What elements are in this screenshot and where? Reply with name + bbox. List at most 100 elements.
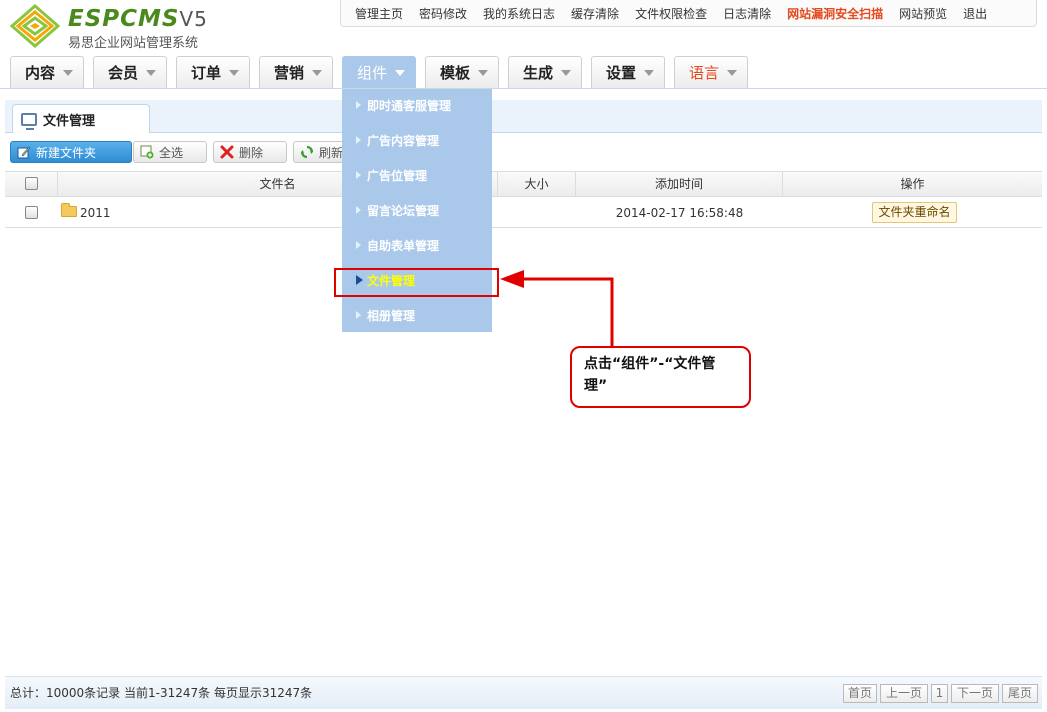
- nav-tab-content[interactable]: 内容: [10, 56, 84, 88]
- chevron-down-icon: [478, 70, 488, 76]
- header-select-cell: [5, 172, 58, 196]
- caret-right-icon: [356, 101, 361, 109]
- app-window: ESPCMSV5 易思企业网站管理系统 管理主页 密码修改 我的系统日志 缓存清…: [0, 0, 1047, 712]
- select-all-label: 全选: [159, 145, 184, 160]
- menu-item-ad-position[interactable]: 广告位管理: [342, 160, 492, 190]
- link-security-scan[interactable]: 网站漏洞安全扫描: [779, 5, 891, 22]
- nav-tab-generate[interactable]: 生成: [508, 56, 582, 88]
- row-filename: 2011: [80, 206, 111, 220]
- refresh-icon: [300, 145, 314, 159]
- chevron-down-icon: [229, 70, 239, 76]
- logo: ESPCMSV5 易思企业网站管理系统: [10, 4, 230, 51]
- link-my-system-log[interactable]: 我的系统日志: [475, 5, 563, 22]
- nav-tab-label: 内容: [25, 64, 56, 82]
- header-size: 大小: [498, 172, 576, 196]
- panel-header: 文件管理: [5, 100, 1042, 133]
- chevron-down-icon: [63, 70, 73, 76]
- header-action: 操作: [900, 177, 925, 191]
- panel-tab-file-management[interactable]: 文件管理: [12, 104, 150, 133]
- menu-item-label: 广告位管理: [367, 168, 428, 183]
- nav-tab-marketing[interactable]: 营销: [259, 56, 333, 88]
- nav-tab-label: 语言: [689, 64, 720, 82]
- caret-right-icon: [356, 206, 361, 214]
- nav-tab-label: 设置: [606, 64, 637, 82]
- chevron-down-icon: [644, 70, 654, 76]
- chevron-down-icon: [395, 70, 405, 76]
- caret-right-icon: [356, 311, 361, 319]
- table-row: 2011 2014-02-17 16:58:48 文件夹重命名: [5, 198, 1042, 228]
- pager-next[interactable]: 下一页: [951, 684, 999, 703]
- logo-subtitle: 易思企业网站管理系统: [68, 36, 199, 51]
- table-header: 文件名 大小 添加时间 操作: [5, 171, 1042, 197]
- logo-brand: ESPCMSV5: [68, 6, 208, 32]
- nav-tab-templates[interactable]: 模板: [425, 56, 499, 88]
- caret-right-icon: [356, 241, 361, 249]
- pager-page-1[interactable]: 1: [931, 684, 948, 703]
- top-utility-bar: 管理主页 密码修改 我的系统日志 缓存清除 文件权限检查 日志清除 网站漏洞安全…: [340, 0, 1037, 27]
- monitor-icon: [21, 112, 37, 130]
- new-folder-label: 新建文件夹: [36, 145, 97, 160]
- toolbar: 新建文件夹 全选 删除 刷新: [5, 137, 1042, 169]
- menu-item-custom-forms[interactable]: 自助表单管理: [342, 230, 492, 260]
- pager-first[interactable]: 首页: [843, 684, 877, 703]
- nav-tab-label: 会员: [108, 64, 139, 82]
- menu-item-ad-content[interactable]: 广告内容管理: [342, 125, 492, 155]
- pager-last[interactable]: 尾页: [1002, 684, 1038, 703]
- refresh-label: 刷新: [319, 145, 344, 160]
- nav-tab-language[interactable]: 语言: [674, 56, 748, 88]
- link-site-preview[interactable]: 网站预览: [891, 5, 955, 22]
- delete-label: 删除: [239, 145, 264, 160]
- menu-item-label: 相册管理: [367, 308, 416, 323]
- panel-tab-title: 文件管理: [43, 113, 96, 129]
- logo-icon: [10, 4, 60, 48]
- annotation-callout: 点击“组件”-“文件管理”: [570, 346, 751, 408]
- chevron-down-icon: [727, 70, 737, 76]
- chevron-down-icon: [561, 70, 571, 76]
- nav-tab-components[interactable]: 组件: [342, 56, 416, 88]
- annotation-highlight-box: [334, 268, 499, 297]
- nav-tab-label: 组件: [357, 64, 388, 82]
- nav-tab-label: 模板: [440, 64, 471, 82]
- menu-item-album[interactable]: 相册管理: [342, 300, 492, 330]
- record-stats: 总计：10000条记录 当前1-31247条 每页显示31247条: [10, 686, 313, 700]
- select-all-checkbox[interactable]: [25, 177, 38, 190]
- select-all-button[interactable]: 全选: [133, 141, 207, 163]
- nav-tab-label: 订单: [191, 64, 222, 82]
- new-folder-button[interactable]: 新建文件夹: [10, 141, 132, 163]
- caret-right-icon: [356, 136, 361, 144]
- close-icon: [220, 145, 234, 159]
- menu-item-label: 自助表单管理: [367, 238, 440, 253]
- refresh-button[interactable]: 刷新: [293, 141, 347, 163]
- rename-folder-button[interactable]: 文件夹重命名: [872, 202, 957, 223]
- nav-tab-settings[interactable]: 设置: [591, 56, 665, 88]
- menu-item-guestbook-forum[interactable]: 留言论坛管理: [342, 195, 492, 225]
- nav-tab-label: 生成: [523, 64, 554, 82]
- chevron-down-icon: [146, 70, 156, 76]
- menu-item-live-chat[interactable]: 即时通客服管理: [342, 90, 492, 120]
- edit-icon: [17, 146, 31, 159]
- chevron-down-icon: [312, 70, 322, 76]
- menu-item-label: 广告内容管理: [367, 133, 440, 148]
- row-size: [498, 198, 576, 228]
- link-clear-cache[interactable]: 缓存清除: [563, 5, 627, 22]
- row-added-time: 2014-02-17 16:58:48: [615, 206, 744, 220]
- delete-button[interactable]: 删除: [213, 141, 287, 163]
- footer-bar: 总计：10000条记录 当前1-31247条 每页显示31247条 首页 上一页…: [5, 676, 1042, 709]
- nav-tab-orders[interactable]: 订单: [176, 56, 250, 88]
- link-file-permission-check[interactable]: 文件权限检查: [627, 5, 715, 22]
- nav-tab-members[interactable]: 会员: [93, 56, 167, 88]
- link-admin-home[interactable]: 管理主页: [347, 5, 411, 22]
- header-added-time: 添加时间: [576, 172, 783, 196]
- menu-item-label: 即时通客服管理: [367, 98, 452, 113]
- row-checkbox[interactable]: [25, 206, 38, 219]
- link-clear-logs[interactable]: 日志清除: [715, 5, 779, 22]
- nav-tab-label: 营销: [274, 64, 305, 82]
- link-logout[interactable]: 退出: [955, 5, 995, 22]
- caret-right-icon: [356, 171, 361, 179]
- pager-prev[interactable]: 上一页: [880, 684, 928, 703]
- folder-icon: [61, 203, 77, 217]
- menu-item-label: 留言论坛管理: [367, 203, 440, 218]
- link-change-password[interactable]: 密码修改: [411, 5, 475, 22]
- add-icon: [140, 145, 154, 159]
- row-filename-cell[interactable]: 2011: [61, 198, 361, 228]
